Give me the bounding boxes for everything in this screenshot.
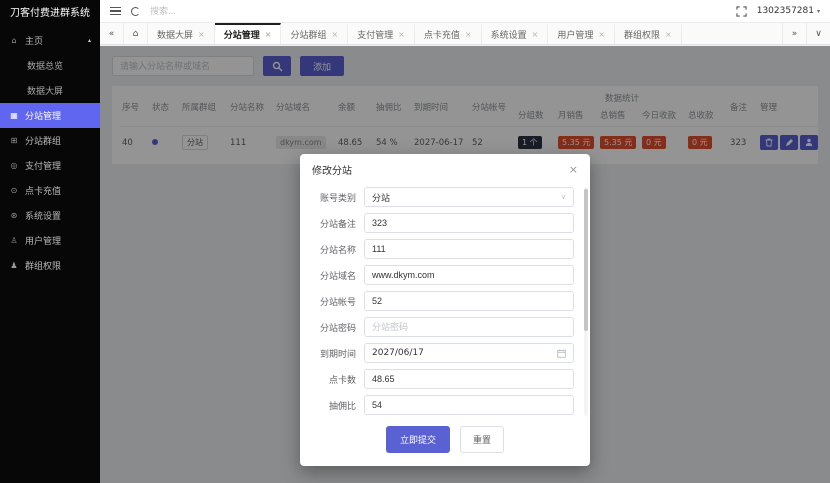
close-icon[interactable]: × <box>198 30 205 39</box>
close-icon[interactable]: × <box>665 30 672 39</box>
sidebar-item-label: 分站管理 <box>25 112 62 122</box>
sidebar-item-label: 用户管理 <box>25 237 62 247</box>
tab-system-settings[interactable]: 系统设置 × <box>481 23 549 44</box>
sidebar-item-label: 支付管理 <box>25 162 62 172</box>
sidebar-item-payment-manage[interactable]: ◎ 支付管理 <box>0 153 100 178</box>
close-icon[interactable]: × <box>598 30 605 39</box>
close-icon[interactable]: × <box>331 30 338 39</box>
chevron-down-icon: ∨ <box>560 193 566 201</box>
sidebar-item-data-overview[interactable]: 数据总览 <box>0 53 100 78</box>
expire-label: 到期时间 <box>319 349 356 360</box>
edit-substation-modal: 修改分站 × 账号类别 分站 ∨ 分站备注 分站名称 分站域名 分站帐号 分站密 <box>300 154 590 466</box>
sidebar-item-label: 数据大屏 <box>27 87 64 97</box>
sidebar-item-label: 数据总览 <box>27 62 64 72</box>
modal-scrollbar[interactable] <box>584 187 588 416</box>
squares-icon: ⊞ <box>10 136 18 145</box>
sidebar-item-label: 系统设置 <box>25 212 62 222</box>
caret-up-icon: ▴ <box>87 37 91 44</box>
expire-date-picker[interactable]: 2027/06/17 <box>364 343 574 363</box>
commission-field[interactable] <box>372 400 566 410</box>
account-label: 分站帐号 <box>319 297 356 308</box>
app-title: 刀客付费进群系统 <box>10 8 90 19</box>
commission-label: 抽佣比 <box>328 401 356 412</box>
home-icon: ⌂ <box>11 36 17 45</box>
sidebar-item-substation-manage[interactable]: ▦ 分站管理 <box>0 103 100 128</box>
remark-label: 分站备注 <box>319 219 356 230</box>
tab-substation-groups[interactable]: 分站群组 × <box>281 23 349 44</box>
menu-toggle-icon[interactable] <box>110 6 121 16</box>
sidebar-item-label: 群组权限 <box>25 262 62 272</box>
sidebar-item-system-settings[interactable]: ⊛ 系统设置 <box>0 203 100 228</box>
sidebar-item-label: 分站群组 <box>25 137 62 147</box>
user-menu[interactable]: 1302357281 ▾ <box>757 6 820 16</box>
close-icon[interactable]: × <box>569 164 578 175</box>
card-count-label: 点卡数 <box>328 375 356 386</box>
tab-user-manage[interactable]: 用户管理 × <box>548 23 616 44</box>
users-icon: ♟ <box>10 261 18 270</box>
tabs-more-icon[interactable]: » <box>782 23 806 44</box>
name-label: 分站名称 <box>319 245 356 256</box>
category-select[interactable]: 分站 ∨ <box>364 187 574 207</box>
topbar: 1302357281 ▾ <box>100 0 830 22</box>
sidebar-item-data-screen[interactable]: 数据大屏 <box>0 78 100 103</box>
password-field[interactable] <box>372 322 566 332</box>
modal-title: 修改分站 <box>312 166 352 177</box>
submit-button[interactable]: 立即提交 <box>385 426 450 453</box>
sidebar-item-label: 主页 <box>25 37 44 47</box>
fullscreen-icon[interactable] <box>736 5 747 17</box>
tab-card-recharge[interactable]: 点卡充值 × <box>414 23 482 44</box>
sidebar: 刀客付费进群系统 ⌂ 主页 ▴ 数据总览 数据大屏 ▦ 分站管理 ⊞ 分站群组 … <box>0 0 100 483</box>
close-icon[interactable]: × <box>265 30 272 39</box>
tabbar: « ⌂ 数据大屏 × 分站管理 × 分站群组 × 支付管理 × 点卡充值 × 系… <box>100 22 830 45</box>
collapse-tabs-icon[interactable]: « <box>100 23 124 44</box>
sidebar-item-card-recharge[interactable]: ⊙ 点卡充值 <box>0 178 100 203</box>
caret-down-icon: ▾ <box>816 7 820 15</box>
card-count-field[interactable] <box>372 374 566 384</box>
domain-field[interactable] <box>372 270 566 280</box>
tab-payment-manage[interactable]: 支付管理 × <box>348 23 415 44</box>
sidebar-item-home[interactable]: ⌂ 主页 ▴ <box>0 28 100 53</box>
global-search-input[interactable] <box>150 6 245 16</box>
tab-data-screen[interactable]: 数据大屏 × <box>148 23 215 44</box>
coin-icon: ⊙ <box>10 186 18 195</box>
calendar-icon <box>557 349 566 358</box>
grid-icon: ▦ <box>10 111 18 120</box>
reset-button[interactable]: 重置 <box>460 426 505 453</box>
username: 1302357281 <box>756 6 814 16</box>
sidebar-item-label: 点卡充值 <box>25 187 62 197</box>
close-icon[interactable]: × <box>532 30 539 39</box>
close-icon[interactable]: × <box>465 30 472 39</box>
sidebar-item-substation-groups[interactable]: ⊞ 分站群组 <box>0 128 100 153</box>
home-tab-icon[interactable]: ⌂ <box>124 23 148 44</box>
password-label: 分站密码 <box>319 323 356 334</box>
sidebar-item-group-permissions[interactable]: ♟ 群组权限 <box>0 253 100 278</box>
account-field[interactable] <box>372 296 566 306</box>
circle-icon: ◎ <box>10 161 18 170</box>
gear-icon: ⊛ <box>10 211 18 220</box>
name-field[interactable] <box>372 244 566 254</box>
remark-field[interactable] <box>372 218 566 228</box>
refresh-icon[interactable] <box>131 6 140 16</box>
close-icon[interactable]: × <box>398 30 405 39</box>
tab-group-permissions[interactable]: 群组权限 × <box>615 23 682 44</box>
tab-substation-manage[interactable]: 分站管理 × <box>214 23 282 44</box>
sidebar-item-user-manage[interactable]: ♙ 用户管理 <box>0 228 100 253</box>
user-icon: ♙ <box>10 236 18 245</box>
tabs-dropdown-icon[interactable]: ∨ <box>806 23 830 44</box>
category-label: 账号类别 <box>319 193 356 204</box>
domain-label: 分站域名 <box>319 271 356 282</box>
